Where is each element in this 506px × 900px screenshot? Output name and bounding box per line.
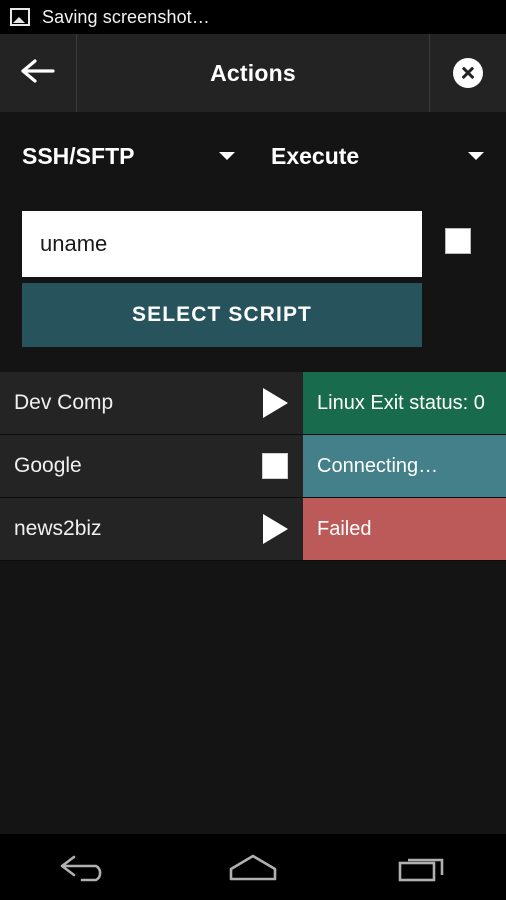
- status-text: Connecting…: [317, 454, 439, 477]
- app-screen: Saving screenshot… Actions SSH/SFTP Exec…: [0, 0, 506, 900]
- host-name: Google: [14, 454, 82, 477]
- table-row: news2biz Failed: [0, 498, 506, 561]
- host-name: Dev Comp: [14, 391, 114, 414]
- photo-icon: [10, 8, 30, 26]
- host-run-button[interactable]: [247, 388, 303, 418]
- play-icon: [262, 514, 288, 544]
- status-bar-message: Saving screenshot…: [42, 6, 210, 27]
- action-spinner[interactable]: Execute: [253, 143, 506, 170]
- protocol-spinner[interactable]: SSH/SFTP: [0, 143, 253, 170]
- host-stop-button[interactable]: [247, 453, 303, 479]
- close-button[interactable]: [430, 34, 506, 112]
- table-row: Dev Comp Linux Exit status: 0: [0, 372, 506, 435]
- nav-recents-icon: [394, 851, 450, 883]
- action-spinner-value: Execute: [271, 142, 360, 169]
- protocol-spinner-value: SSH/SFTP: [22, 142, 135, 169]
- table-row: Google Connecting…: [0, 435, 506, 498]
- play-icon: [262, 388, 288, 418]
- close-circle-icon: [453, 58, 483, 88]
- page-title-container: Actions: [77, 34, 430, 112]
- chevron-down-icon: [468, 152, 484, 160]
- android-navigation-bar: [0, 834, 506, 900]
- command-input-row: [22, 211, 422, 277]
- command-input[interactable]: [22, 211, 422, 277]
- status-badge: Connecting…: [303, 435, 506, 497]
- host-list: Dev Comp Linux Exit status: 0 Google Con…: [0, 372, 506, 561]
- arrow-left-icon: [21, 58, 55, 89]
- host-entry[interactable]: Google: [0, 435, 303, 497]
- host-entry[interactable]: Dev Comp: [0, 372, 303, 434]
- nav-recents-button[interactable]: [337, 834, 506, 900]
- stop-square-icon: [262, 453, 288, 479]
- nav-back-button[interactable]: [0, 834, 169, 900]
- status-badge: Failed: [303, 498, 506, 560]
- page-title: Actions: [210, 59, 296, 86]
- nav-back-icon: [56, 851, 112, 883]
- select-script-button[interactable]: SELECT SCRIPT: [22, 283, 422, 347]
- host-name: news2biz: [14, 517, 102, 540]
- nav-home-icon: [223, 851, 283, 883]
- stop-square-icon[interactable]: [445, 228, 471, 254]
- nav-home-button[interactable]: [169, 834, 338, 900]
- status-text: Linux Exit status: 0: [317, 391, 485, 414]
- status-badge: Linux Exit status: 0: [303, 372, 506, 434]
- spinner-row: SSH/SFTP Execute: [0, 112, 506, 200]
- system-status-bar: Saving screenshot…: [0, 0, 506, 34]
- host-run-button[interactable]: [247, 514, 303, 544]
- status-text: Failed: [317, 517, 372, 540]
- action-bar: Actions: [0, 34, 506, 112]
- back-button[interactable]: [0, 34, 77, 112]
- host-entry[interactable]: news2biz: [0, 498, 303, 560]
- chevron-down-icon: [219, 152, 235, 160]
